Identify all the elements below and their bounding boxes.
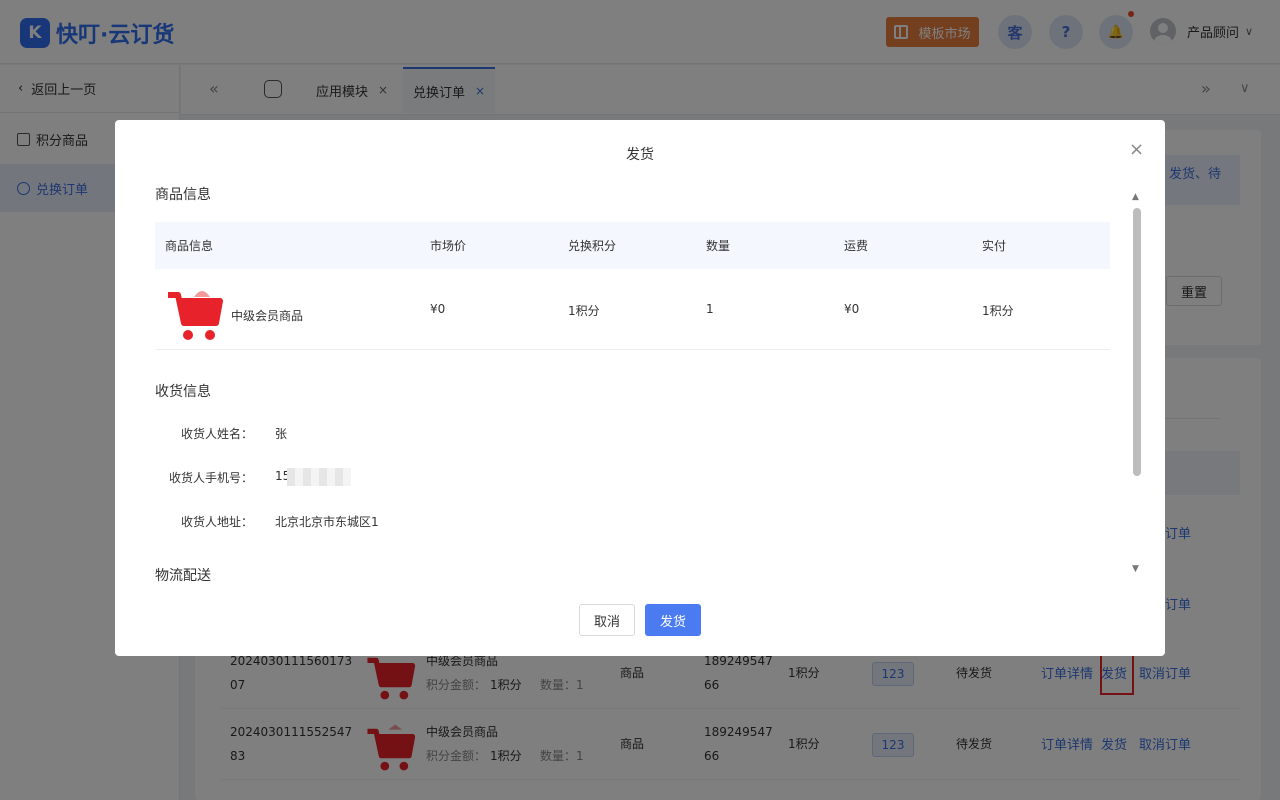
scroll-thumb[interactable] xyxy=(1133,208,1141,476)
receiver-phone-label: 收货人手机号： xyxy=(168,471,253,485)
scroll-up-icon[interactable]: ▲ xyxy=(1132,192,1139,202)
ship-dialog: 发货 × 商品信息 商品信息 市场价 兑换积分 数量 运费 实付 中级会员商品 … xyxy=(115,120,1165,656)
cart-icon xyxy=(168,291,223,340)
scroll-down-icon[interactable]: ▼ xyxy=(1132,564,1139,574)
column-header: 运费 xyxy=(844,239,869,253)
logistics-section-title: 物流配送 xyxy=(155,568,211,584)
goods-section-title: 商品信息 xyxy=(155,187,211,203)
goods-name: 中级会员商品 xyxy=(231,309,304,323)
paid-amount: 1积分 xyxy=(982,304,1014,318)
market-price: ¥0 xyxy=(430,302,446,316)
close-icon[interactable]: × xyxy=(1129,139,1144,160)
receiver-section-title: 收货信息 xyxy=(155,384,211,400)
receiver-address-label: 收货人地址： xyxy=(180,515,253,529)
quantity: 1 xyxy=(706,302,714,316)
freight: ¥0 xyxy=(844,302,860,316)
receiver-name: 张 xyxy=(275,427,288,441)
cancel-button[interactable]: 取消 xyxy=(579,604,635,636)
redacted-phone xyxy=(287,468,351,486)
dialog-scrollbar[interactable]: ▲ ▼ xyxy=(1131,192,1143,576)
dialog-title: 发货 xyxy=(626,147,654,163)
column-header: 实付 xyxy=(982,239,1007,253)
column-header: 兑换积分 xyxy=(568,239,617,253)
receiver-name-label: 收货人姓名： xyxy=(180,427,253,441)
column-header: 数量 xyxy=(706,239,731,253)
goods-table-header: 商品信息 市场价 兑换积分 数量 运费 实付 xyxy=(155,222,1110,269)
receiver-address: 北京北京市东城区1 xyxy=(275,515,379,529)
goods-row: 中级会员商品 ¥0 1积分 1 ¥0 1积分 xyxy=(155,269,1110,350)
ship-button[interactable]: 发货 xyxy=(645,604,701,636)
column-header: 商品信息 xyxy=(165,239,214,253)
exchange-points: 1积分 xyxy=(568,304,600,318)
column-header: 市场价 xyxy=(430,239,467,253)
